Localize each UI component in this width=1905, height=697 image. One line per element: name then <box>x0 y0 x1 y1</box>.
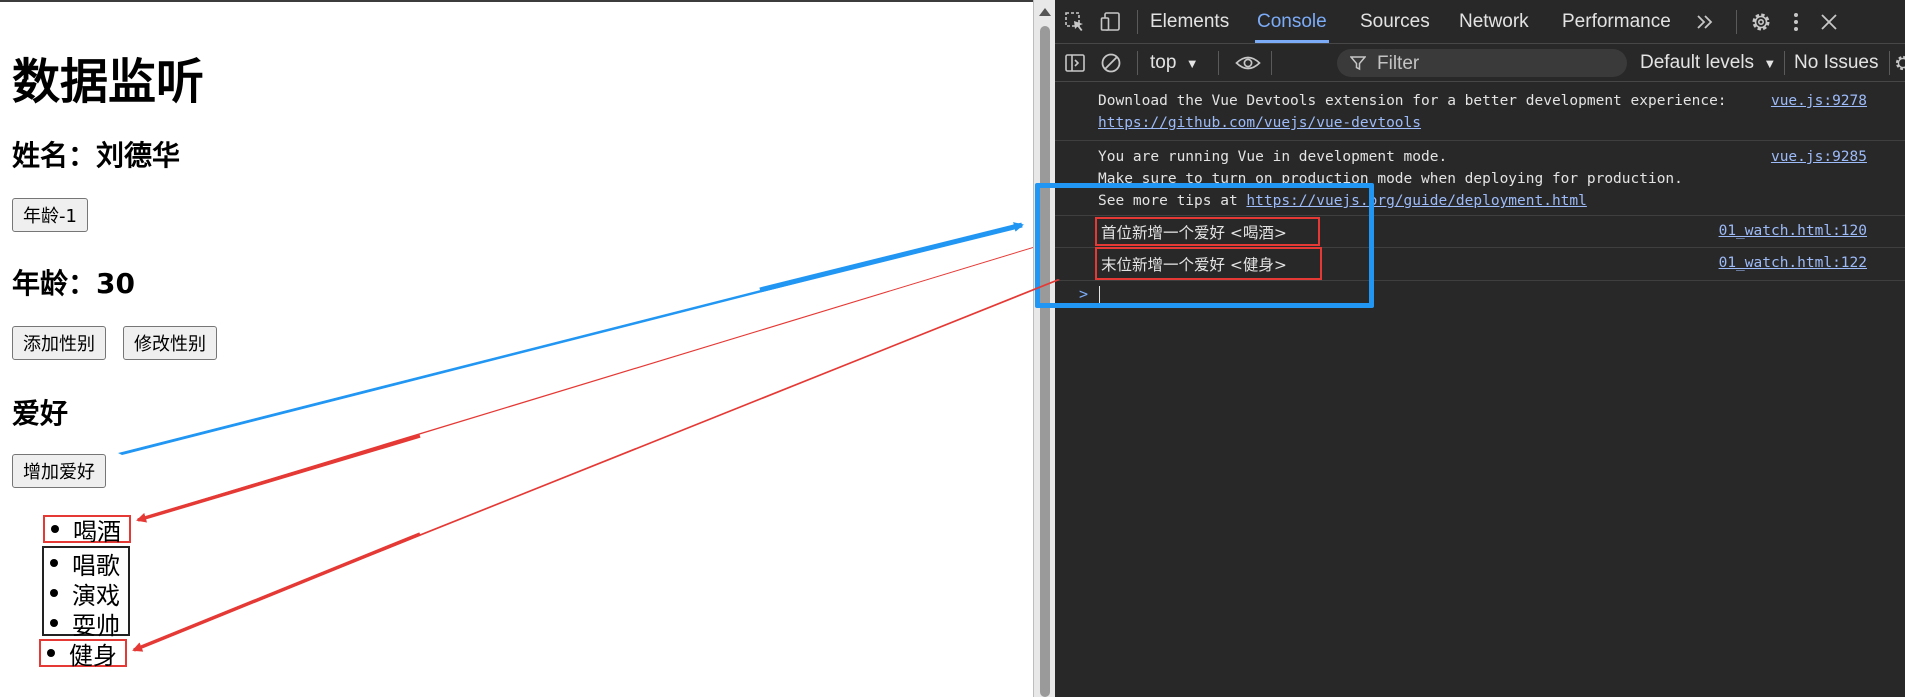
bullet-icon <box>47 649 55 657</box>
message-source-link[interactable]: 01_watch.html:122 <box>1719 255 1867 271</box>
scroll-up-arrow-icon[interactable] <box>1039 8 1051 16</box>
page-scrollbar[interactable] <box>1033 0 1055 697</box>
message-source-link[interactable]: vue.js:9285 <box>1771 149 1867 165</box>
annotation-blue-rectangle <box>1035 183 1374 308</box>
tab-network[interactable]: Network <box>1457 0 1531 43</box>
bullet-icon <box>50 589 58 597</box>
age-minus-button[interactable]: 年龄-1 <box>12 198 88 232</box>
console-output: Download the Vue Devtools extension for … <box>1055 82 1905 697</box>
dropdown-arrow-icon: ▼ <box>1185 56 1199 71</box>
tab-performance[interactable]: Performance <box>1560 0 1673 43</box>
log-levels-dropdown[interactable]: Default levels ▼ <box>1640 44 1776 83</box>
add-gender-button[interactable]: 添加性别 <box>12 326 106 360</box>
bullet-icon <box>51 525 59 533</box>
settings-gear-icon[interactable] <box>1747 8 1775 36</box>
divider <box>1736 10 1737 34</box>
list-item: 唱歌 <box>44 548 128 580</box>
divider <box>1784 51 1785 75</box>
name-line: 姓名：刘德华 <box>12 139 181 172</box>
tab-elements[interactable]: Elements <box>1148 0 1231 43</box>
message-source-link[interactable]: vue.js:9278 <box>1771 93 1867 109</box>
age-line: 年龄：30 <box>12 267 135 300</box>
page-title: 数据监听 <box>12 54 205 110</box>
inspect-element-icon[interactable] <box>1061 8 1089 36</box>
close-icon[interactable] <box>1815 8 1843 36</box>
eye-icon[interactable] <box>1234 49 1262 77</box>
list-item-last-hobby: 健身 <box>39 639 127 670</box>
filter-icon <box>1349 55 1367 75</box>
dropdown-arrow-icon: ▼ <box>1763 56 1777 71</box>
context-label: top <box>1150 52 1177 73</box>
divider <box>1218 51 1219 75</box>
tab-sources[interactable]: Sources <box>1358 0 1432 43</box>
chevrons-right-icon[interactable] <box>1691 8 1719 36</box>
divider <box>1137 10 1138 34</box>
list-item-first-hobby: 喝酒 <box>43 515 131 546</box>
clear-console-icon[interactable] <box>1097 49 1125 77</box>
web-page: 数据监听 姓名：刘德华 年龄-1 年龄：30 添加性别 修改性别 爱好 增加爱好… <box>0 0 1033 697</box>
divider <box>1271 51 1272 75</box>
console-settings-icon[interactable] <box>1893 49 1905 77</box>
context-selector[interactable]: top ▼ <box>1150 44 1199 83</box>
filter-input[interactable] <box>1375 50 1619 78</box>
hobby-list-middle: 唱歌 演戏 耍帅 <box>42 546 130 640</box>
sidebar-toggle-icon[interactable] <box>1061 49 1089 77</box>
message-link[interactable]: https://github.com/vuejs/vue-devtools <box>1098 115 1421 131</box>
tab-console[interactable]: Console <box>1255 0 1329 43</box>
scrollbar-thumb[interactable] <box>1040 26 1050 697</box>
devtools-panel: Elements Console Sources Network Perform… <box>1033 0 1905 697</box>
divider <box>1889 51 1890 75</box>
bullet-icon <box>50 619 58 627</box>
issues-counter[interactable]: No Issues <box>1794 44 1878 82</box>
filter-box[interactable] <box>1337 49 1627 78</box>
devtools-tab-bar: Elements Console Sources Network Perform… <box>1055 0 1905 44</box>
hobbies-heading: 爱好 <box>12 397 69 430</box>
message-text: You are running Vue in development mode. <box>1098 149 1448 165</box>
message-text: Download the Vue Devtools extension for … <box>1098 93 1727 109</box>
message-source-link[interactable]: 01_watch.html:120 <box>1719 223 1867 239</box>
bullet-icon <box>50 559 58 567</box>
divider <box>1055 140 1905 141</box>
hobby-label: 喝酒 <box>73 517 121 546</box>
console-toolbar: top ▼ Default levels ▼ No Issues <box>1055 44 1905 82</box>
list-item: 耍帅 <box>44 608 128 640</box>
device-toolbar-icon[interactable] <box>1097 8 1125 36</box>
log-levels-label: Default levels <box>1640 52 1755 73</box>
modify-gender-button[interactable]: 修改性别 <box>123 326 217 360</box>
more-options-icon[interactable] <box>1782 8 1810 36</box>
list-item: 演戏 <box>44 578 128 610</box>
add-hobby-button[interactable]: 增加爱好 <box>12 454 106 488</box>
divider <box>1137 51 1138 75</box>
hobby-label: 健身 <box>69 641 117 670</box>
